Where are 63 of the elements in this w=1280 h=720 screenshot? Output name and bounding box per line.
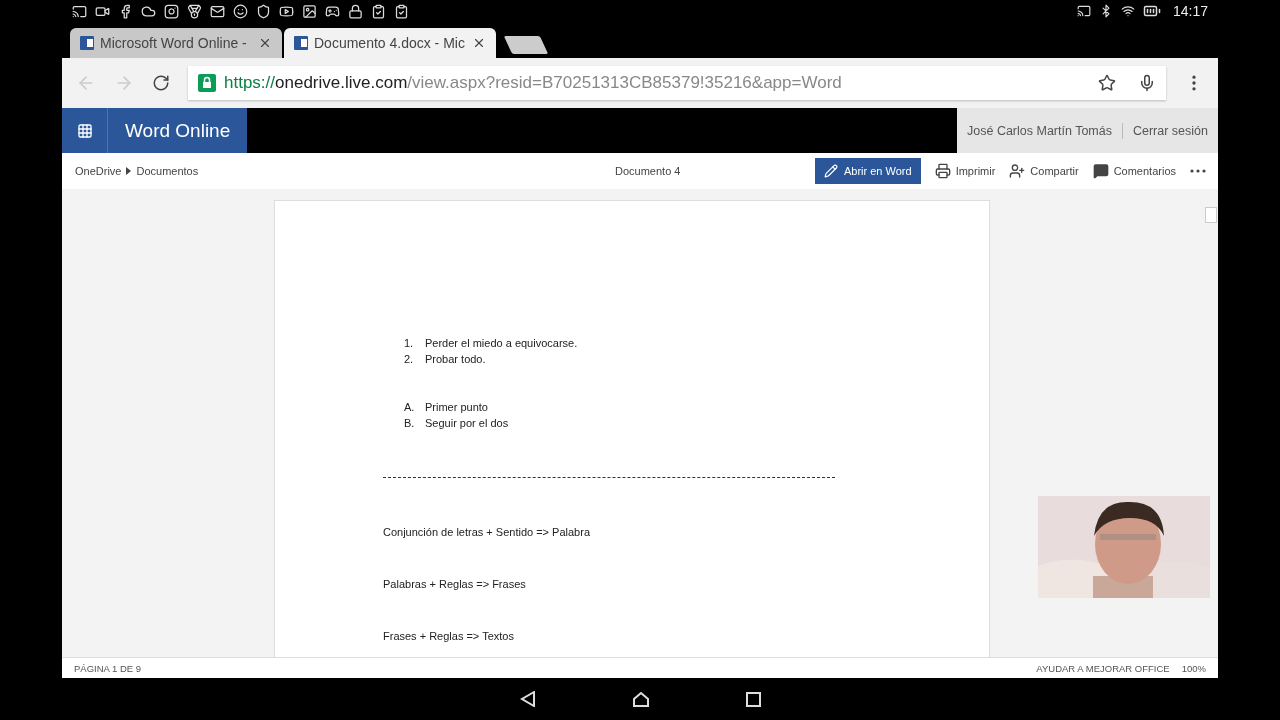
grid-icon — [76, 122, 93, 139]
word-document-icon — [294, 36, 308, 50]
square-icon[interactable] — [745, 691, 761, 707]
breadcrumb-link[interactable]: Documentos — [136, 165, 199, 177]
user-name[interactable]: José Carlos Martín Tomás — [967, 123, 1112, 138]
list-marker: B. — [404, 417, 413, 429]
star-icon[interactable] — [1098, 74, 1116, 92]
image-icon — [302, 3, 317, 19]
reload-icon[interactable] — [152, 74, 170, 92]
scrollbar-thumb[interactable] — [1205, 207, 1217, 223]
person-add-icon — [1009, 163, 1026, 179]
browser-tab[interactable]: Documento 4.docx - Mic — [284, 28, 496, 58]
clipboard-check-icon — [371, 3, 386, 19]
gamepad-icon — [325, 3, 340, 19]
open-in-word-button[interactable]: Abrir en Word — [814, 158, 921, 184]
breadcrumb-link[interactable]: OneDrive — [75, 165, 122, 177]
toolbar-button[interactable]: Comentarios — [1092, 163, 1176, 179]
camera-icon — [164, 3, 179, 19]
mail-icon — [210, 3, 225, 19]
toolbar-button[interactable]: Compartir — [1009, 163, 1079, 179]
list-marker: A. — [404, 401, 413, 413]
cloud-icon — [141, 3, 156, 19]
shield-icon — [256, 3, 271, 19]
list-marker: 1. — [404, 337, 413, 349]
caret-icon — [126, 167, 132, 175]
list-item-text: Primer punto — [425, 401, 488, 413]
app-launcher-button[interactable] — [62, 108, 108, 153]
lock-icon — [198, 74, 216, 92]
medal-icon — [187, 3, 202, 19]
home-icon[interactable] — [631, 691, 650, 707]
close-icon[interactable] — [258, 36, 272, 50]
zoom-level: 100% — [1181, 662, 1206, 674]
play-icon — [279, 3, 294, 19]
list-marker: 2. — [404, 353, 413, 365]
clock-time: 14:17 — [1172, 3, 1208, 19]
close-icon[interactable] — [472, 36, 486, 50]
cast-icon — [1076, 4, 1091, 18]
app-brand[interactable]: Word Online — [108, 108, 248, 153]
microphone-icon[interactable] — [1138, 74, 1156, 92]
paragraph: Frases + Reglas => Textos — [383, 630, 515, 642]
toolbar-button[interactable]: Imprimir — [934, 163, 996, 179]
address-field[interactable]: https://onedrive.live.com/view.aspx?resid=B70251313CB85379!35216&app=Word — [188, 66, 1166, 100]
printer-icon — [934, 163, 951, 179]
paragraph: Conjunción de letras + Sentido => Palabra — [383, 526, 591, 538]
smiley-icon — [233, 3, 248, 19]
lock-icon — [348, 3, 363, 19]
speech-bubble-icon — [1092, 163, 1109, 179]
clipboard-check-icon — [394, 3, 409, 19]
list-item-text: Seguir por el dos — [425, 417, 509, 429]
sign-out-link[interactable]: Cerrar sesión — [1132, 123, 1208, 138]
paragraph: Palabras + Reglas => Frases — [383, 578, 527, 590]
help-link[interactable]: AYUDAR A MEJORAR OFFICE — [1036, 662, 1170, 674]
page-count: PÁGINA 1 DE 9 — [74, 662, 142, 674]
word-document-icon — [80, 36, 94, 50]
wifi-icon — [1120, 4, 1135, 18]
cast-icon — [72, 3, 87, 19]
browser-tab[interactable]: Microsoft Word Online - — [70, 28, 282, 58]
back-icon[interactable] — [519, 691, 536, 707]
document-title: Documento 4 — [615, 165, 682, 177]
list-item-text: Probar todo. — [425, 353, 486, 365]
pencil-icon — [823, 164, 838, 178]
more-icon[interactable] — [1190, 169, 1206, 173]
list-item-text: Perder el miedo a equivocarse. — [425, 337, 578, 349]
